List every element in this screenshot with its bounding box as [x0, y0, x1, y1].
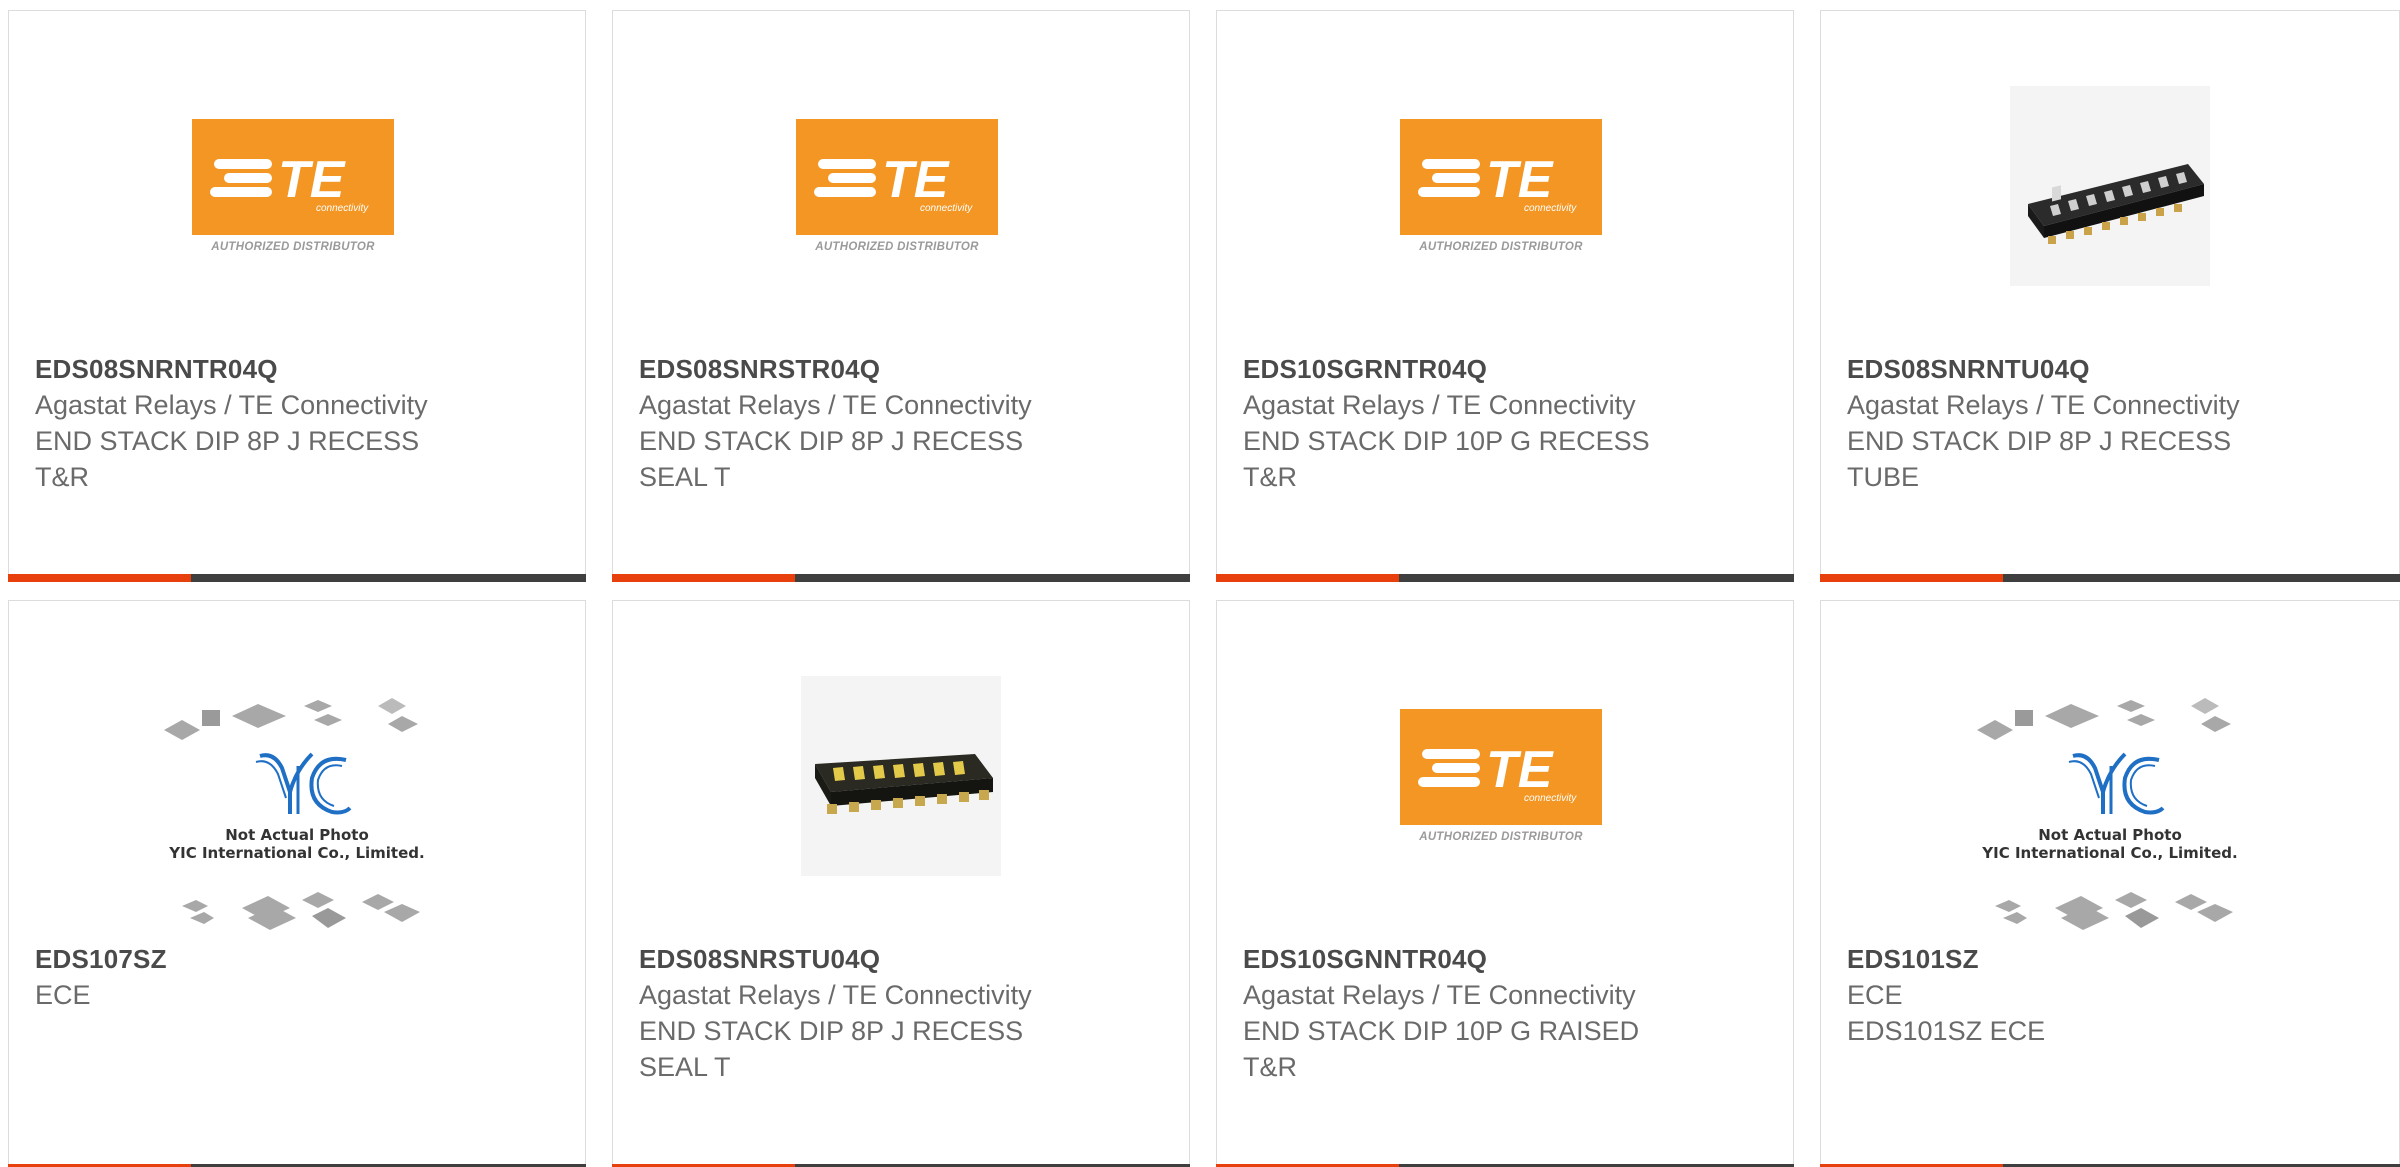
product-image[interactable]: TE connectivity AUTHORIZED DISTRIBUTOR: [9, 66, 585, 331]
product-image[interactable]: [1821, 66, 2399, 331]
product-card[interactable]: EDS08SNRSTU04Q Agastat Relays / TE Conne…: [612, 600, 1190, 1167]
authorized-distributor-label: AUTHORIZED DISTRIBUTOR: [1419, 241, 1583, 253]
card-bottom-bar: [1820, 574, 2400, 582]
description-line: SEAL T: [639, 1052, 731, 1082]
te-connectivity-logo: TE connectivity AUTHORIZED DISTRIBUTOR: [1400, 709, 1610, 854]
dip-switch-photo: [2010, 86, 2210, 286]
product-card[interactable]: TE connectivity AUTHORIZED DISTRIBUTOR E…: [612, 10, 1190, 582]
te-wordmark: TE: [882, 151, 950, 209]
product-image[interactable]: Not Actual Photo YIC International Co., …: [1821, 656, 2399, 930]
product-image[interactable]: [613, 656, 1189, 921]
part-number-link[interactable]: EDS107SZ: [35, 941, 559, 977]
dip-switch-photo: [801, 676, 1001, 876]
manufacturer-label: Agastat Relays / TE Connectivity: [639, 980, 1032, 1010]
te-tagline: connectivity: [316, 203, 369, 214]
manufacturer-label: Agastat Relays / TE Connectivity: [639, 390, 1032, 420]
part-number-link[interactable]: EDS101SZ: [1847, 941, 2373, 977]
manufacturer-label: Agastat Relays / TE Connectivity: [1243, 390, 1636, 420]
description-line: T&R: [35, 462, 89, 492]
te-tagline: connectivity: [1524, 203, 1577, 214]
product-image[interactable]: TE connectivity AUTHORIZED DISTRIBUTOR: [613, 66, 1189, 331]
authorized-distributor-label: AUTHORIZED DISTRIBUTOR: [1419, 831, 1583, 843]
manufacturer-label: Agastat Relays / TE Connectivity: [35, 390, 428, 420]
product-card[interactable]: TE connectivity AUTHORIZED DISTRIBUTOR E…: [1216, 10, 1794, 582]
description-line: END STACK DIP 8P J RECESS: [639, 426, 1024, 456]
description-line: END STACK DIP 8P J RECESS: [639, 1016, 1024, 1046]
authorized-distributor-label: AUTHORIZED DISTRIBUTOR: [815, 241, 979, 253]
description-line: SEAL T: [639, 462, 731, 492]
product-card[interactable]: Not Actual Photo YIC International Co., …: [8, 600, 586, 1167]
part-number-link[interactable]: EDS08SNRSTR04Q: [639, 351, 1163, 387]
authorized-distributor-label: AUTHORIZED DISTRIBUTOR: [211, 241, 375, 253]
yic-company-label: YIC International Co., Limited.: [1982, 844, 2238, 862]
te-wordmark: TE: [278, 151, 346, 209]
product-card[interactable]: Not Actual Photo YIC International Co., …: [1820, 600, 2400, 1167]
te-tagline: connectivity: [1524, 793, 1577, 804]
te-wordmark: TE: [1486, 151, 1554, 209]
te-connectivity-logo: TE connectivity AUTHORIZED DISTRIBUTOR: [796, 119, 1006, 264]
part-number-link[interactable]: EDS08SNRSTU04Q: [639, 941, 1163, 977]
description-line: T&R: [1243, 1052, 1297, 1082]
part-number-link[interactable]: EDS08SNRNTR04Q: [35, 351, 559, 387]
card-bottom-bar: [8, 574, 586, 582]
description-line: END STACK DIP 8P J RECESS: [1847, 426, 2232, 456]
not-actual-photo-label: Not Actual Photo: [225, 826, 369, 844]
product-image[interactable]: TE connectivity AUTHORIZED DISTRIBUTOR: [1217, 656, 1793, 921]
card-bottom-bar: [612, 574, 1190, 582]
te-connectivity-logo: TE connectivity AUTHORIZED DISTRIBUTOR: [192, 119, 402, 264]
product-card[interactable]: EDS08SNRNTU04Q Agastat Relays / TE Conne…: [1820, 10, 2400, 582]
part-number-link[interactable]: EDS10SGRNTR04Q: [1243, 351, 1767, 387]
yic-placeholder-image: Not Actual Photo YIC International Co., …: [162, 696, 432, 946]
yic-company-label: YIC International Co., Limited.: [169, 844, 425, 862]
te-tagline: connectivity: [920, 203, 973, 214]
product-card[interactable]: TE connectivity AUTHORIZED DISTRIBUTOR E…: [1216, 600, 1794, 1167]
card-bottom-bar: [1216, 574, 1794, 582]
description-line: TUBE: [1847, 462, 1920, 492]
product-card[interactable]: TE connectivity AUTHORIZED DISTRIBUTOR E…: [8, 10, 586, 582]
product-image[interactable]: TE connectivity AUTHORIZED DISTRIBUTOR: [1217, 66, 1793, 331]
manufacturer-label: ECE: [35, 980, 91, 1010]
description-line: END STACK DIP 10P G RECESS: [1243, 426, 1650, 456]
yic-placeholder-image: Not Actual Photo YIC International Co., …: [1975, 696, 2245, 946]
not-actual-photo-label: Not Actual Photo: [2038, 826, 2182, 844]
description-line: END STACK DIP 8P J RECESS: [35, 426, 420, 456]
te-connectivity-logo: TE connectivity AUTHORIZED DISTRIBUTOR: [1400, 119, 1610, 264]
te-wordmark: TE: [1486, 741, 1554, 799]
manufacturer-label: Agastat Relays / TE Connectivity: [1243, 980, 1636, 1010]
part-number-link[interactable]: EDS10SGNNTR04Q: [1243, 941, 1767, 977]
product-grid: TE connectivity AUTHORIZED DISTRIBUTOR E…: [0, 0, 2400, 1167]
manufacturer-label: Agastat Relays / TE Connectivity: [1847, 390, 2240, 420]
description-line: T&R: [1243, 462, 1297, 492]
product-image[interactable]: Not Actual Photo YIC International Co., …: [9, 656, 585, 930]
description-line: EDS101SZ ECE: [1847, 1016, 2046, 1046]
manufacturer-label: ECE: [1847, 980, 1903, 1010]
description-line: END STACK DIP 10P G RAISED: [1243, 1016, 1640, 1046]
part-number-link[interactable]: EDS08SNRNTU04Q: [1847, 351, 2373, 387]
